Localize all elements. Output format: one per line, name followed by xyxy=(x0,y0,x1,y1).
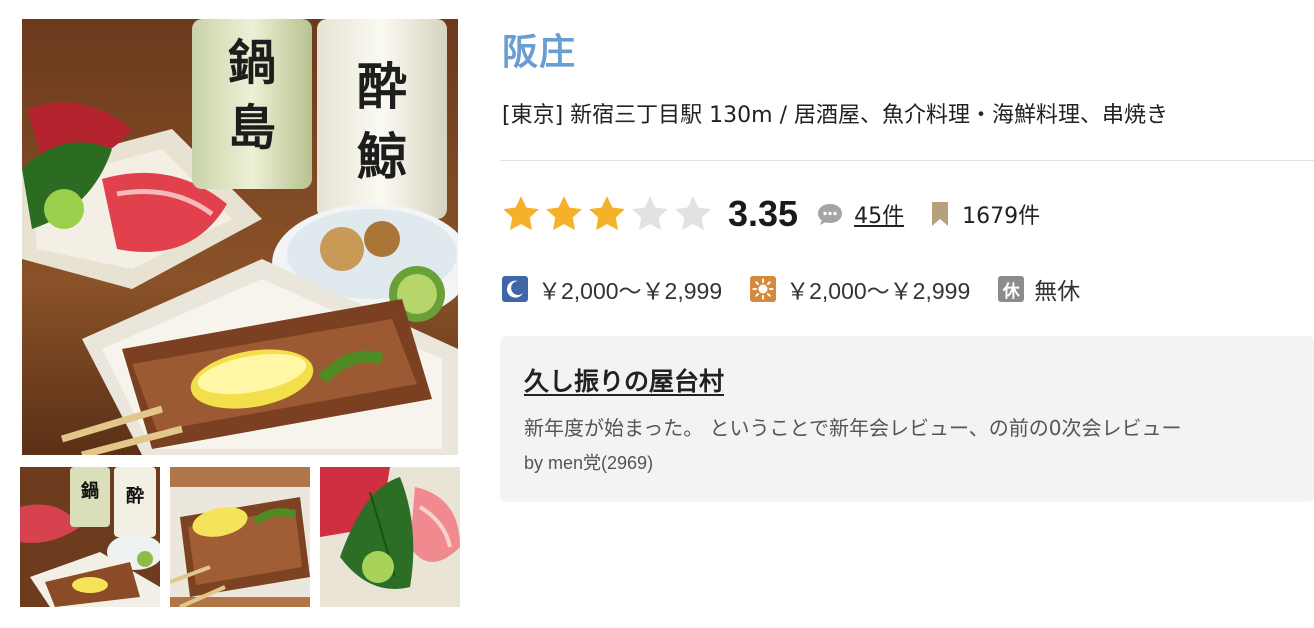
comment-icon xyxy=(818,204,843,225)
main-photo-image: 鍋 島 酔 鯨 xyxy=(22,19,458,455)
lunch-price: ￥2,000～￥2,999 xyxy=(786,278,971,304)
bookmark-count: 1679件 xyxy=(962,204,1041,229)
shop-name-link[interactable]: 阪庄 xyxy=(502,23,576,75)
svg-text:鯨: 鯨 xyxy=(357,127,407,186)
review-count-link[interactable]: 45件 xyxy=(854,198,904,230)
rating-stars xyxy=(500,193,714,235)
svg-text:島: 島 xyxy=(228,100,276,156)
star-filled-icon xyxy=(503,196,539,231)
thumbnail-2[interactable] xyxy=(170,467,310,607)
svg-text:鍋: 鍋 xyxy=(81,480,99,502)
review-excerpt: 新年度が始まった。 ということで新年会レビュー、の前の0次会レビュー xyxy=(524,416,1182,440)
thumbnail-image: 鍋 酔 xyxy=(20,467,160,607)
rating-row: 3.35 45件 1679件 xyxy=(500,186,1040,242)
review-card[interactable]: 久し振りの屋台村 新年度が始まった。 ということで新年会レビュー、の前の0次会レ… xyxy=(500,336,1314,502)
sun-icon xyxy=(750,276,777,302)
thumbnail-1[interactable]: 鍋 酔 xyxy=(20,467,160,607)
shop-area-genre: [東京] 新宿三丁目駅 130m / 居酒屋、魚介料理・海鮮料理、串焼き xyxy=(502,103,1168,128)
review-title-link[interactable]: 久し振りの屋台村 xyxy=(524,362,724,398)
price-row: ￥2,000～￥2,999 ￥2,000～￥2,999 休 無休 xyxy=(502,272,1080,306)
thumbnail-3[interactable] xyxy=(320,467,460,607)
rating-value: 3.35 xyxy=(728,193,799,234)
bookmark-icon xyxy=(932,202,949,226)
thumbnail-image xyxy=(170,467,310,607)
star-filled-icon xyxy=(589,196,625,231)
star-empty-icon xyxy=(675,196,711,231)
star-filled-icon xyxy=(546,196,582,231)
moon-icon xyxy=(502,276,528,302)
svg-text:鍋: 鍋 xyxy=(228,35,276,91)
svg-text:酔: 酔 xyxy=(357,57,407,116)
main-photo[interactable]: 鍋 島 酔 鯨 xyxy=(22,19,458,455)
holiday-badge: 休 xyxy=(998,276,1025,302)
dinner-price: ￥2,000～￥2,999 xyxy=(538,278,723,304)
review-author: by men党(2969) xyxy=(524,453,654,473)
svg-text:酔: 酔 xyxy=(126,486,144,507)
thumbnail-image xyxy=(320,467,460,607)
holiday-text: 無休 xyxy=(1034,278,1081,304)
star-empty-icon xyxy=(632,196,668,231)
divider xyxy=(500,160,1314,161)
